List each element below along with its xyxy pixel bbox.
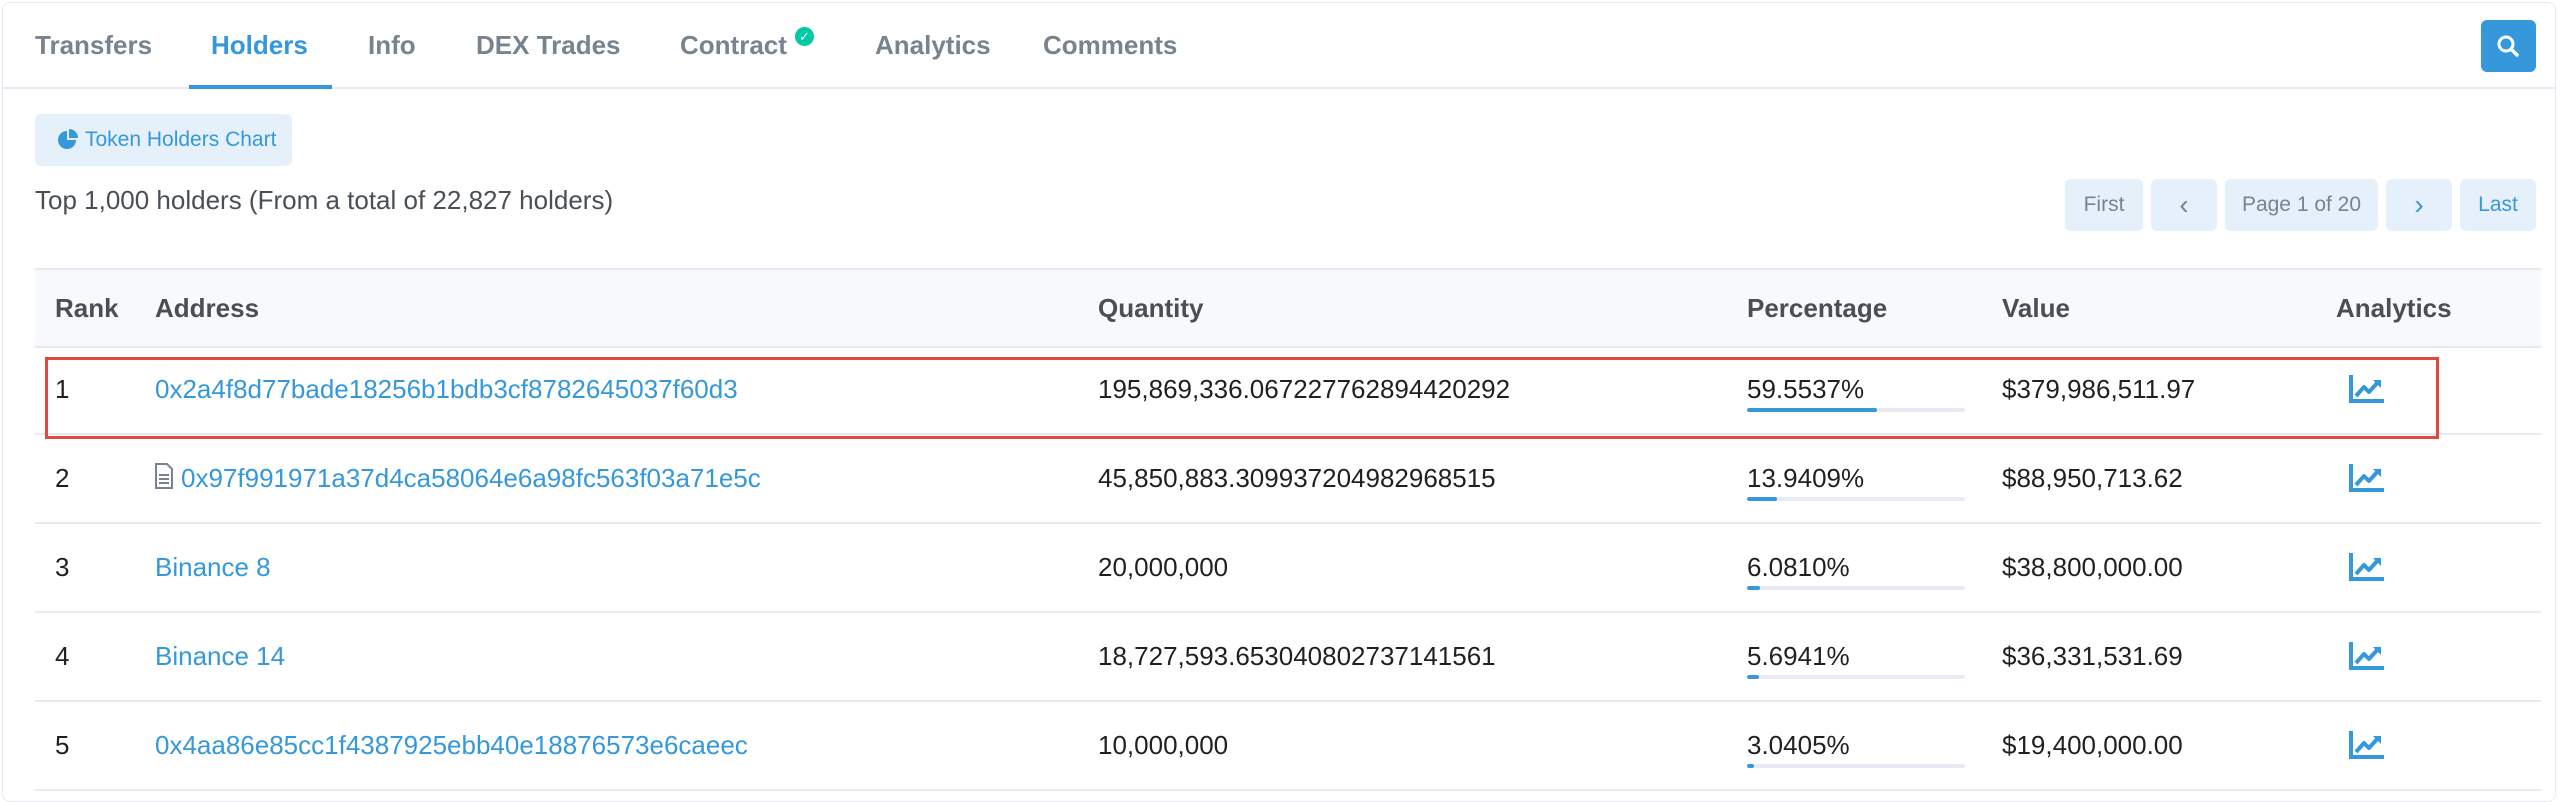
percentage-bar [1747,408,1965,412]
quantity-cell: 10,000,000 [1098,730,1229,760]
value-cell: $36,331,531.69 [2002,641,2183,671]
token-tracker-card: Transfers Holders Info DEX Trades Contra… [2,2,2556,802]
prev-page-button[interactable]: ‹ [2151,179,2217,231]
rank-cell: 4 [55,641,70,671]
percentage-bar-fill [1747,586,1761,590]
search-icon [2497,35,2519,57]
header-address: Address [155,293,260,323]
document-icon [155,463,173,489]
holder-address-link[interactable]: Binance 14 [155,613,285,699]
value-cell: $19,400,000.00 [2002,730,2183,760]
line-chart-icon[interactable] [2348,639,2386,671]
holder-address-link[interactable]: 0x4aa86e85cc1f4387925ebb40e18876573e6cae… [155,702,748,788]
quantity-cell: 45,850,883.309937204982968515 [1098,463,1496,493]
tab-holders[interactable]: Holders [211,3,308,89]
percentage-bar [1747,764,1965,768]
first-page-button[interactable]: First [2065,179,2143,231]
holder-address-link[interactable]: 0x2a4f8d77bade18256b1bdb3cf8782645037f60… [155,346,738,432]
pie-chart-icon [58,129,78,149]
percentage-cell: 13.9409% [1747,463,1865,493]
last-page-button[interactable]: Last [2460,179,2536,231]
quantity-cell: 18,727,593.653040802737141561 [1098,641,1496,671]
rank-cell: 5 [55,730,70,760]
tab-contract[interactable]: Contract [680,3,787,89]
holder-address-link[interactable]: 0x97f991971a37d4ca58064e6a98fc563f03a71e… [181,435,761,521]
percentage-bar-fill [1747,675,1760,679]
percentage-cell: 3.0405% [1747,730,1850,760]
active-tab-indicator [189,85,332,89]
percentage-cell: 59.5537% [1747,374,1865,404]
chart-button-label: Token Holders Chart [85,128,277,151]
percentage-cell: 5.6941% [1747,641,1850,671]
tab-comments[interactable]: Comments [1043,3,1177,89]
table-row: 1 0x2a4f8d77bade18256b1bdb3cf8782645037f6… [35,346,2541,435]
rank-cell: 3 [55,552,70,582]
line-chart-icon[interactable] [2348,372,2386,404]
verified-check-icon: ✓ [795,27,814,46]
percentage-bar [1747,497,1965,501]
tab-transfers[interactable]: Transfers [35,3,152,89]
token-holders-chart-button[interactable]: Token Holders Chart [35,114,292,166]
table-row: 2 0x97f991971a37d4ca58064e6a98fc563f03a7… [35,435,2541,524]
holders-table-header: Rank Address Quantity Percentage Value A… [35,268,2541,348]
tab-analytics[interactable]: Analytics [875,3,991,89]
tab-info[interactable]: Info [368,3,416,89]
value-cell: $379,986,511.97 [2002,374,2196,404]
next-page-button[interactable]: › [2386,179,2452,231]
line-chart-icon[interactable] [2348,728,2386,760]
rank-cell: 2 [55,463,70,493]
value-cell: $88,950,713.62 [2002,463,2183,493]
holders-summary: Top 1,000 holders (From a total of 22,82… [35,185,614,215]
rank-cell: 1 [55,374,70,404]
percentage-bar [1747,586,1965,590]
line-chart-icon[interactable] [2348,461,2386,493]
header-analytics: Analytics [2336,293,2452,323]
percentage-cell: 6.0810% [1747,552,1850,582]
line-chart-icon[interactable] [2348,550,2386,582]
tab-dex-trades[interactable]: DEX Trades [476,3,621,89]
quantity-cell: 195,869,336.067227762894420292 [1098,374,1511,404]
header-value: Value [2002,293,2070,323]
table-row: 3 Binance 8 20,000,000 6.0810% $38,800,000.0… [35,524,2541,613]
quantity-cell: 20,000,000 [1098,552,1229,582]
percentage-bar-fill [1747,497,1778,501]
value-cell: $38,800,000.00 [2002,552,2183,582]
holder-address-link[interactable]: Binance 8 [155,524,271,610]
percentage-bar [1747,675,1965,679]
header-rank: Rank [55,293,119,323]
tab-bar: Transfers Holders Info DEX Trades Contra… [3,3,2555,89]
percentage-bar-fill [1747,408,1877,412]
page-indicator: Page 1 of 20 [2225,179,2378,231]
header-quantity: Quantity [1098,293,1204,323]
table-row: 5 0x4aa86e85cc1f4387925ebb40e18876573e6ca… [35,702,2541,791]
percentage-bar-fill [1747,764,1754,768]
header-percentage: Percentage [1747,293,1888,323]
search-button[interactable] [2481,20,2536,72]
table-row: 4 Binance 14 18,727,593.653040802737141561… [35,613,2541,702]
